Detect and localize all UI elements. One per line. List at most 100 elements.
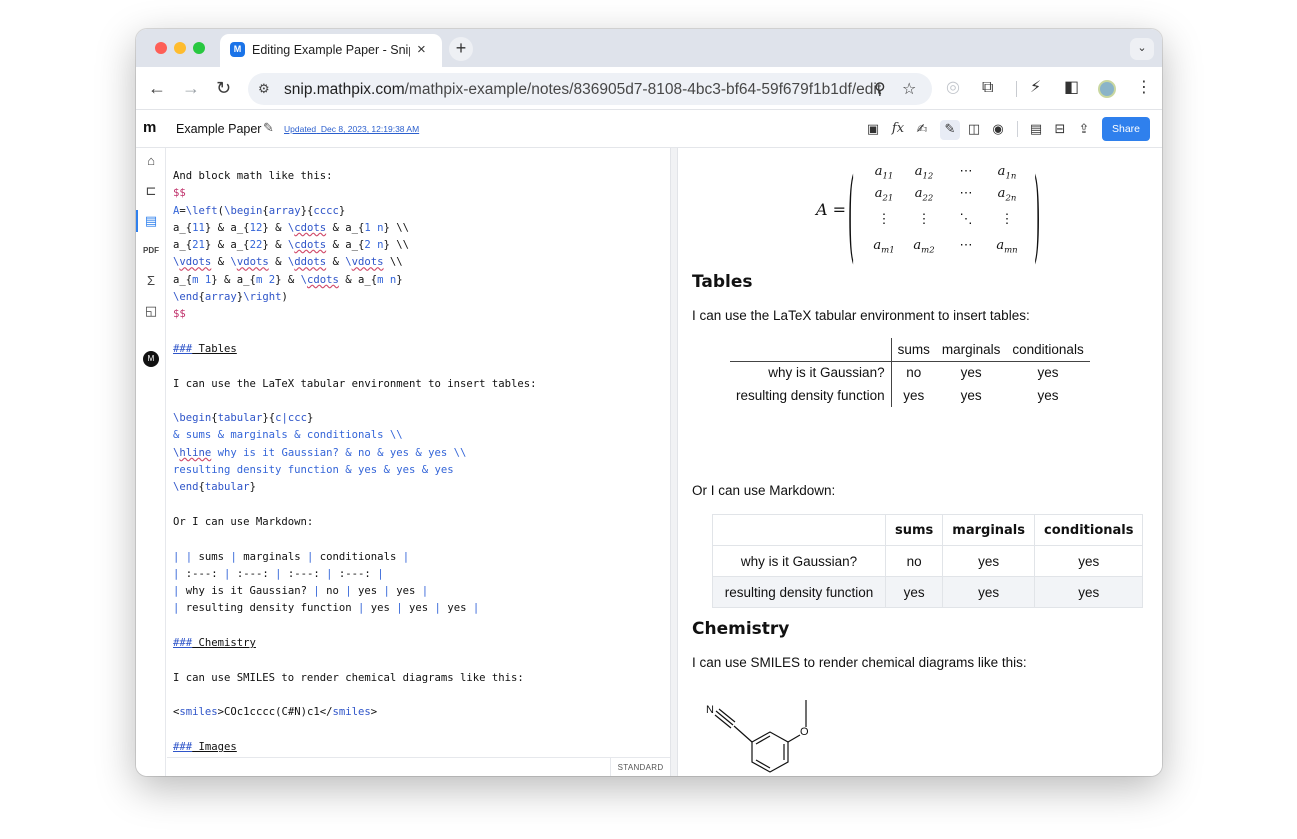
puzzle-icon[interactable]: ⧉ <box>982 78 993 98</box>
editor-line[interactable]: I can use SMILES to render chemical diag… <box>173 670 537 687</box>
editor-line[interactable] <box>173 497 537 514</box>
editor-line[interactable]: & sums & marginals & conditionals \\ <box>173 427 537 444</box>
menu-icon[interactable]: ⋮ <box>1136 78 1152 98</box>
matrix-cell: a22 <box>914 186 934 204</box>
handwriting-icon[interactable]: ✍ <box>912 120 932 140</box>
nitrile-bond <box>733 725 753 743</box>
editor-line[interactable]: A=\left(\begin{array}{cccc} <box>173 203 537 220</box>
browser-toolbar: ← → ↻ ⚙ snip.mathpix.com/mathpix-example… <box>136 67 1162 110</box>
address-bar[interactable]: ⚙ snip.mathpix.com/mathpix-example/notes… <box>248 73 932 105</box>
performance-icon[interactable]: ⚡ <box>1030 78 1041 98</box>
editor-line[interactable]: | why is it Gaussian? | no | yes | yes | <box>173 583 537 600</box>
editor-code[interactable]: And block math like this: $$ A=\left(\begi… <box>173 168 537 756</box>
editor-mode-label[interactable]: STANDARD <box>610 758 670 776</box>
back-arrow-icon[interactable]: ← <box>148 78 166 98</box>
export-upload-icon[interactable]: ⇪ <box>1074 120 1094 140</box>
oxygen-atom: O <box>800 726 809 738</box>
sigma-icon[interactable]: Σ <box>142 272 160 290</box>
tab-search-button[interactable]: ⌄ <box>1130 38 1154 60</box>
editor-line[interactable]: a_{11} & a_{12} & \cdots & a_{1 n} \\ <box>173 220 537 237</box>
preview-eye-icon[interactable]: ◉ <box>988 120 1008 140</box>
file-search-icon[interactable]: ◱ <box>142 302 160 320</box>
edit-mode-icon[interactable]: ✎ <box>940 120 960 140</box>
share-button[interactable]: Share <box>1102 117 1150 141</box>
close-window-button[interactable] <box>155 42 167 54</box>
editor-line[interactable] <box>173 722 537 739</box>
editor-status-bar: STANDARD <box>167 757 670 776</box>
new-tab-button[interactable]: + <box>449 37 473 61</box>
editor-line[interactable]: \begin{tabular}{c|ccc} <box>173 410 537 427</box>
table-cell: resulting density function <box>730 384 892 407</box>
editor-line[interactable] <box>173 687 537 704</box>
editor-line[interactable]: \hline why is it Gaussian? & no & yes & … <box>173 445 537 462</box>
editor-line[interactable] <box>173 652 537 669</box>
home-icon[interactable]: ⌂ <box>142 152 160 170</box>
notes-icon[interactable]: ▤ <box>142 212 160 230</box>
matrix-cell: ⋮ <box>917 212 931 227</box>
editor-line[interactable] <box>173 618 537 635</box>
table-cell: conditionals <box>1006 338 1090 362</box>
editor-line[interactable]: \vdots & \vdots & \ddots & \vdots \\ <box>173 254 537 271</box>
document-title[interactable]: Example Paper <box>176 122 261 136</box>
editor-line[interactable] <box>173 393 537 410</box>
updated-timestamp[interactable]: Updated Dec 8, 2023, 12:19:38 AM <box>284 124 419 134</box>
image-icon[interactable]: ▣ <box>863 120 883 140</box>
site-info-icon[interactable]: ⚙ <box>258 81 270 97</box>
table-header-cell <box>712 514 886 546</box>
editor-line[interactable]: ### Chemistry <box>173 635 537 652</box>
folder-tree-icon[interactable]: ⊏ <box>142 182 160 200</box>
editor-line[interactable]: ### Images <box>173 739 537 756</box>
editor-line[interactable]: | resulting density function | yes | yes… <box>173 600 537 617</box>
editor-line[interactable]: \end{tabular} <box>173 479 537 496</box>
matrix-cell: am1 <box>873 238 895 256</box>
minimize-window-button[interactable] <box>174 42 186 54</box>
editor-line[interactable]: \end{array}\right) <box>173 289 537 306</box>
editor-line[interactable]: a_{21} & a_{22} & \cdots & a_{2 n} \\ <box>173 237 537 254</box>
document-icon[interactable]: ▤ <box>1026 120 1046 140</box>
md-table-header: sums marginals conditionals <box>712 514 1144 546</box>
bookmark-star-icon[interactable]: ☆ <box>902 79 916 99</box>
editor-line[interactable] <box>173 531 537 548</box>
table-row: resulting density function yes yes yes <box>730 384 1090 407</box>
matrix-cell: am2 <box>913 238 935 256</box>
ether-bond <box>787 734 801 743</box>
mathpix-logo-icon[interactable]: m <box>143 120 159 136</box>
browser-window: M Editing Example Paper - Snip × + ⌄ ← →… <box>136 29 1162 776</box>
editor-line[interactable]: Or I can use Markdown: <box>173 514 537 531</box>
formula-icon[interactable]: fx <box>888 120 908 140</box>
editor-line[interactable]: | | sums | marginals | conditionals | <box>173 549 537 566</box>
split-view-icon[interactable]: ◫ <box>964 120 984 140</box>
editor-line[interactable]: a_{m 1} & a_{m 2} & \cdots & a_{m n} <box>173 272 537 289</box>
table-header-cell: marginals <box>942 514 1035 546</box>
zoom-window-button[interactable] <box>193 42 205 54</box>
tab-close-icon[interactable]: × <box>417 41 426 58</box>
matrix-cell: ⋯ <box>959 164 973 179</box>
table-cell: resulting density function <box>712 576 886 608</box>
latex-table-header: sums marginals conditionals <box>730 338 1090 362</box>
profile-icon[interactable] <box>1098 80 1116 98</box>
browser-tab[interactable]: M Editing Example Paper - Snip × <box>220 34 442 67</box>
edit-title-icon[interactable]: ✎ <box>263 120 274 136</box>
editor-line[interactable]: $$ <box>173 306 537 323</box>
forward-arrow-icon[interactable]: → <box>182 78 200 98</box>
url-text[interactable]: snip.mathpix.com/mathpix-example/notes/8… <box>284 81 881 99</box>
extension-icon[interactable]: ◎ <box>946 78 960 98</box>
slideshow-icon[interactable]: ⊟ <box>1050 120 1070 140</box>
pdf-icon[interactable]: PDF <box>142 242 160 260</box>
editor-line[interactable]: $$ <box>173 185 537 202</box>
markdown-editor[interactable]: And block math like this: $$ A=\left(\begi… <box>167 148 670 776</box>
avatar[interactable]: M <box>143 351 159 367</box>
table-row: resulting density function yes yes yes <box>712 576 1144 608</box>
editor-line[interactable]: | :---: | :---: | :---: | :---: | <box>173 566 537 583</box>
editor-line[interactable] <box>173 358 537 375</box>
editor-line[interactable]: <smiles>COc1cccc(C#N)c1</smiles> <box>173 704 537 721</box>
editor-line[interactable]: And block math like this: <box>173 168 537 185</box>
editor-line[interactable]: I can use the LaTeX tabular environment … <box>173 376 537 393</box>
reload-icon[interactable]: ↻ <box>216 78 231 98</box>
editor-line[interactable] <box>173 324 537 341</box>
sidepanel-icon[interactable]: ◧ <box>1064 78 1079 98</box>
editor-line[interactable]: ### Tables <box>173 341 537 358</box>
zoom-icon[interactable]: ⚲ <box>874 79 886 99</box>
pane-resize-handle[interactable] <box>670 148 678 776</box>
editor-line[interactable]: resulting density function & yes & yes &… <box>173 462 537 479</box>
